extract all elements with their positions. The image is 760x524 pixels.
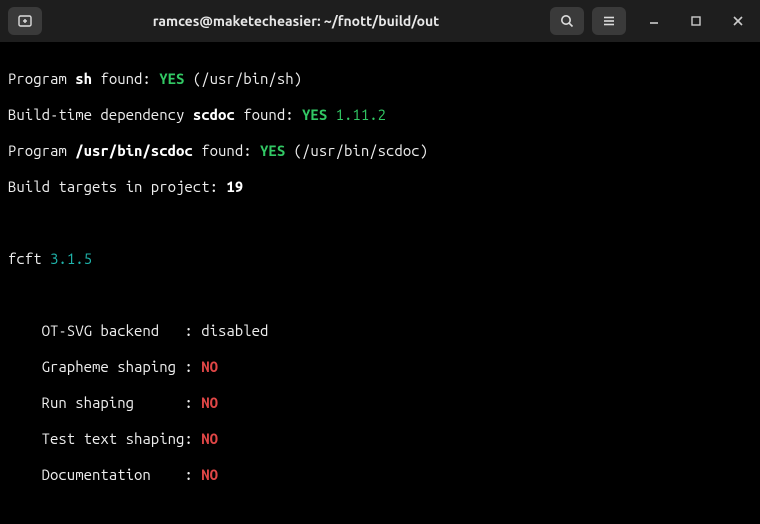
text: Program <box>8 70 75 87</box>
text: Run shaping : <box>8 394 201 411</box>
text: /usr/bin/scdoc <box>75 142 193 159</box>
text: Build-time dependency <box>8 106 193 123</box>
new-tab-button[interactable] <box>8 7 42 35</box>
text: Documentation : <box>8 466 201 483</box>
text: found: <box>235 106 302 123</box>
text: YES <box>159 70 184 87</box>
text: scdoc <box>193 106 235 123</box>
window-title: ramces@maketecheasier: ~/fnott/build/out <box>50 12 542 30</box>
minimize-button[interactable] <box>640 7 668 35</box>
text: Build targets in project: <box>8 178 226 195</box>
text: YES <box>302 106 327 123</box>
text: 3.1.5 <box>50 250 92 267</box>
menu-button[interactable] <box>592 7 626 35</box>
terminal-output[interactable]: Program sh found: YES (/usr/bin/sh) Buil… <box>0 42 760 524</box>
text: Program <box>8 142 75 159</box>
text: NO <box>201 394 218 411</box>
text: found: <box>193 142 260 159</box>
text: Test text shaping: <box>8 430 201 447</box>
text: (/usr/bin/scdoc) <box>285 142 428 159</box>
text: found: <box>92 70 159 87</box>
text: YES <box>260 142 285 159</box>
text: sh <box>75 70 92 87</box>
text: fcft <box>8 250 50 267</box>
text: 1.11.2 <box>327 106 386 123</box>
text: NO <box>201 466 218 483</box>
text: OT-SVG backend : disabled <box>8 322 268 339</box>
text: (/usr/bin/sh) <box>184 70 302 87</box>
close-button[interactable] <box>724 7 752 35</box>
text: NO <box>201 358 218 375</box>
maximize-button[interactable] <box>682 7 710 35</box>
text: NO <box>201 430 218 447</box>
text: Grapheme shaping : <box>8 358 201 375</box>
titlebar: ramces@maketecheasier: ~/fnott/build/out <box>0 0 760 42</box>
text: 19 <box>226 178 243 195</box>
search-button[interactable] <box>550 7 584 35</box>
